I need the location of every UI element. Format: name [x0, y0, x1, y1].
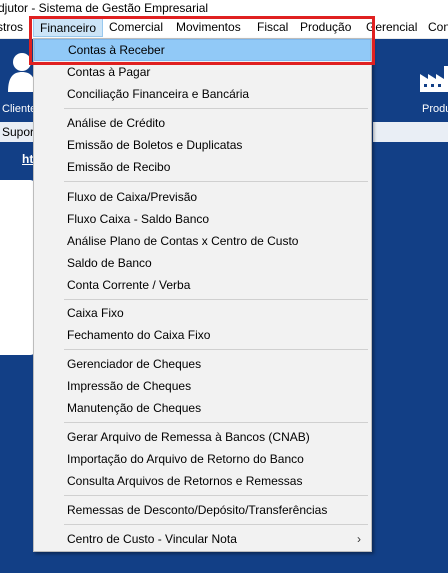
menu-item-emissao-boletos[interactable]: Emissão de Boletos e Duplicatas	[34, 134, 371, 156]
menu-item-label: Análise Plano de Contas x Centro de Cust…	[67, 234, 299, 248]
menu-item-label: Gerar Arquivo de Remessa à Bancos (CNAB)	[67, 430, 310, 444]
user-icon[interactable]	[8, 52, 36, 92]
menu-item-label: Fechamento do Caixa Fixo	[67, 328, 211, 342]
menu-item-impressao-cheques[interactable]: Impressão de Cheques	[34, 375, 371, 397]
menu-item-label: Análise de Crédito	[67, 116, 166, 130]
menu-separator	[64, 181, 368, 182]
menu-item-label: Contas à Receber	[68, 43, 165, 57]
menu-separator	[64, 524, 368, 525]
menu-separator	[64, 108, 368, 109]
title-bar: djutor - Sistema de Gestão Empresarial	[0, 0, 448, 17]
menu-item-fechamento-caixa-fixo[interactable]: Fechamento do Caixa Fixo	[34, 324, 371, 346]
menu-item-label: Fluxo de Caixa/Previsão	[67, 190, 198, 204]
menu-cadastros[interactable]: stros	[0, 20, 23, 34]
menu-item-saldo-banco[interactable]: Saldo de Banco	[34, 252, 371, 274]
menu-item-gerenciador-cheques[interactable]: Gerenciador de Cheques	[34, 353, 371, 375]
menu-item-label: Fluxo Caixa - Saldo Banco	[67, 212, 210, 226]
menu-item-conciliacao[interactable]: Conciliação Financeira e Bancária	[34, 83, 371, 105]
menu-item-importacao-retorno[interactable]: Importação do Arquivo de Retorno do Banc…	[34, 448, 371, 470]
menu-item-conta-corrente[interactable]: Conta Corrente / Verba	[34, 274, 371, 296]
menu-item-contas-receber[interactable]: Contas à Receber	[34, 39, 371, 61]
menu-bar: stros Financeiro Comercial Movimentos Fi…	[0, 17, 448, 39]
menu-item-centro-custo-vincular[interactable]: Centro de Custo - Vincular Nota ›	[34, 528, 371, 550]
menu-separator	[64, 299, 368, 300]
menu-item-label: Emissão de Recibo	[67, 160, 171, 174]
menu-item-contas-pagar[interactable]: Contas à Pagar	[34, 61, 371, 83]
menu-item-label: Emissão de Boletos e Duplicatas	[67, 138, 243, 152]
menu-separator	[64, 349, 368, 350]
factory-icon[interactable]	[418, 62, 448, 94]
suporte-label[interactable]: Supor	[2, 125, 34, 139]
menu-item-fluxo-caixa-previsao[interactable]: Fluxo de Caixa/Previsão	[34, 186, 371, 208]
menu-gerencial[interactable]: Gerencial	[366, 20, 417, 34]
left-panel	[0, 180, 36, 355]
financeiro-dropdown-menu: Contas à Receber Contas à Pagar Concilia…	[33, 38, 372, 552]
menu-con[interactable]: Con	[428, 20, 448, 34]
menu-separator	[64, 495, 368, 496]
window-title: djutor - Sistema de Gestão Empresarial	[0, 1, 209, 15]
menu-item-consulta-arquivos[interactable]: Consulta Arquivos de Retornos e Remessas	[34, 470, 371, 492]
menu-item-label: Importação do Arquivo de Retorno do Banc…	[67, 452, 304, 466]
menu-financeiro[interactable]: Financeiro	[33, 17, 104, 37]
support-link[interactable]: ht	[22, 152, 33, 166]
clientes-label[interactable]: Cliente	[2, 103, 36, 115]
right-strip	[373, 122, 448, 142]
menu-item-label: Saldo de Banco	[67, 256, 152, 270]
menu-comercial[interactable]: Comercial	[109, 20, 163, 34]
menu-item-fluxo-caixa-saldo[interactable]: Fluxo Caixa - Saldo Banco	[34, 208, 371, 230]
menu-item-label: Caixa Fixo	[67, 306, 124, 320]
menu-item-label: Manutenção de Cheques	[67, 401, 202, 415]
menu-item-label: Gerenciador de Cheques	[67, 357, 202, 371]
menu-item-label: Conciliação Financeira e Bancária	[67, 87, 250, 101]
menu-separator	[64, 422, 368, 423]
menu-item-label: Contas à Pagar	[67, 65, 151, 79]
menu-item-analise-credito[interactable]: Análise de Crédito	[34, 112, 371, 134]
menu-item-label: Centro de Custo - Vincular Nota	[67, 532, 237, 546]
menu-movimentos[interactable]: Movimentos	[176, 20, 241, 34]
menu-item-caixa-fixo[interactable]: Caixa Fixo	[34, 302, 371, 324]
menu-item-label: Conta Corrente / Verba	[67, 278, 191, 292]
menu-item-label: Remessas de Desconto/Depósito/Transferên…	[67, 503, 328, 517]
menu-item-analise-plano-contas[interactable]: Análise Plano de Contas x Centro de Cust…	[34, 230, 371, 252]
menu-item-gerar-remessa-cnab[interactable]: Gerar Arquivo de Remessa à Bancos (CNAB)	[34, 426, 371, 448]
menu-item-remessas-desconto[interactable]: Remessas de Desconto/Depósito/Transferên…	[34, 499, 371, 521]
chevron-right-icon: ›	[357, 532, 361, 546]
menu-fiscal[interactable]: Fiscal	[257, 20, 288, 34]
menu-item-emissao-recibo[interactable]: Emissão de Recibo	[34, 156, 371, 178]
menu-item-label: Consulta Arquivos de Retornos e Remessas	[67, 474, 303, 488]
menu-item-label: Impressão de Cheques	[67, 379, 192, 393]
producao-label[interactable]: Produ	[422, 103, 448, 115]
menu-producao[interactable]: Produção	[300, 20, 351, 34]
menu-item-manutencao-cheques[interactable]: Manutenção de Cheques	[34, 397, 371, 419]
